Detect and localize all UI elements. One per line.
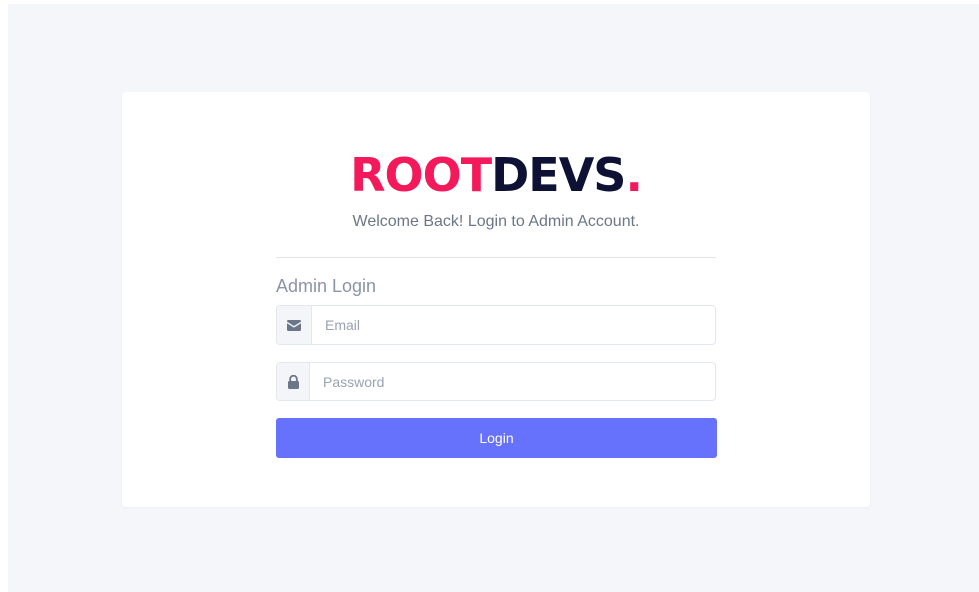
brand-logo-part-root: ROOT: [350, 148, 492, 202]
welcome-tagline: Welcome Back! Login to Admin Account.: [352, 213, 640, 230]
lock-icon: [277, 363, 310, 400]
email-field[interactable]: [312, 306, 715, 344]
email-input-group: [276, 305, 716, 345]
logo-area: ROOTDEVS. Welcome Back! Login to Admin A…: [122, 0, 870, 592]
password-field[interactable]: [310, 363, 715, 400]
form-title: Admin Login: [276, 276, 377, 296]
divider: [276, 257, 716, 258]
password-input-group: [276, 362, 716, 401]
brand-logo-part-devs: DEVS: [491, 148, 626, 202]
login-button[interactable]: Login: [276, 418, 717, 458]
envelope-icon: [277, 306, 312, 344]
brand-logo: ROOTDEVS.: [122, 147, 870, 203]
brand-logo-dot: .: [625, 148, 643, 202]
